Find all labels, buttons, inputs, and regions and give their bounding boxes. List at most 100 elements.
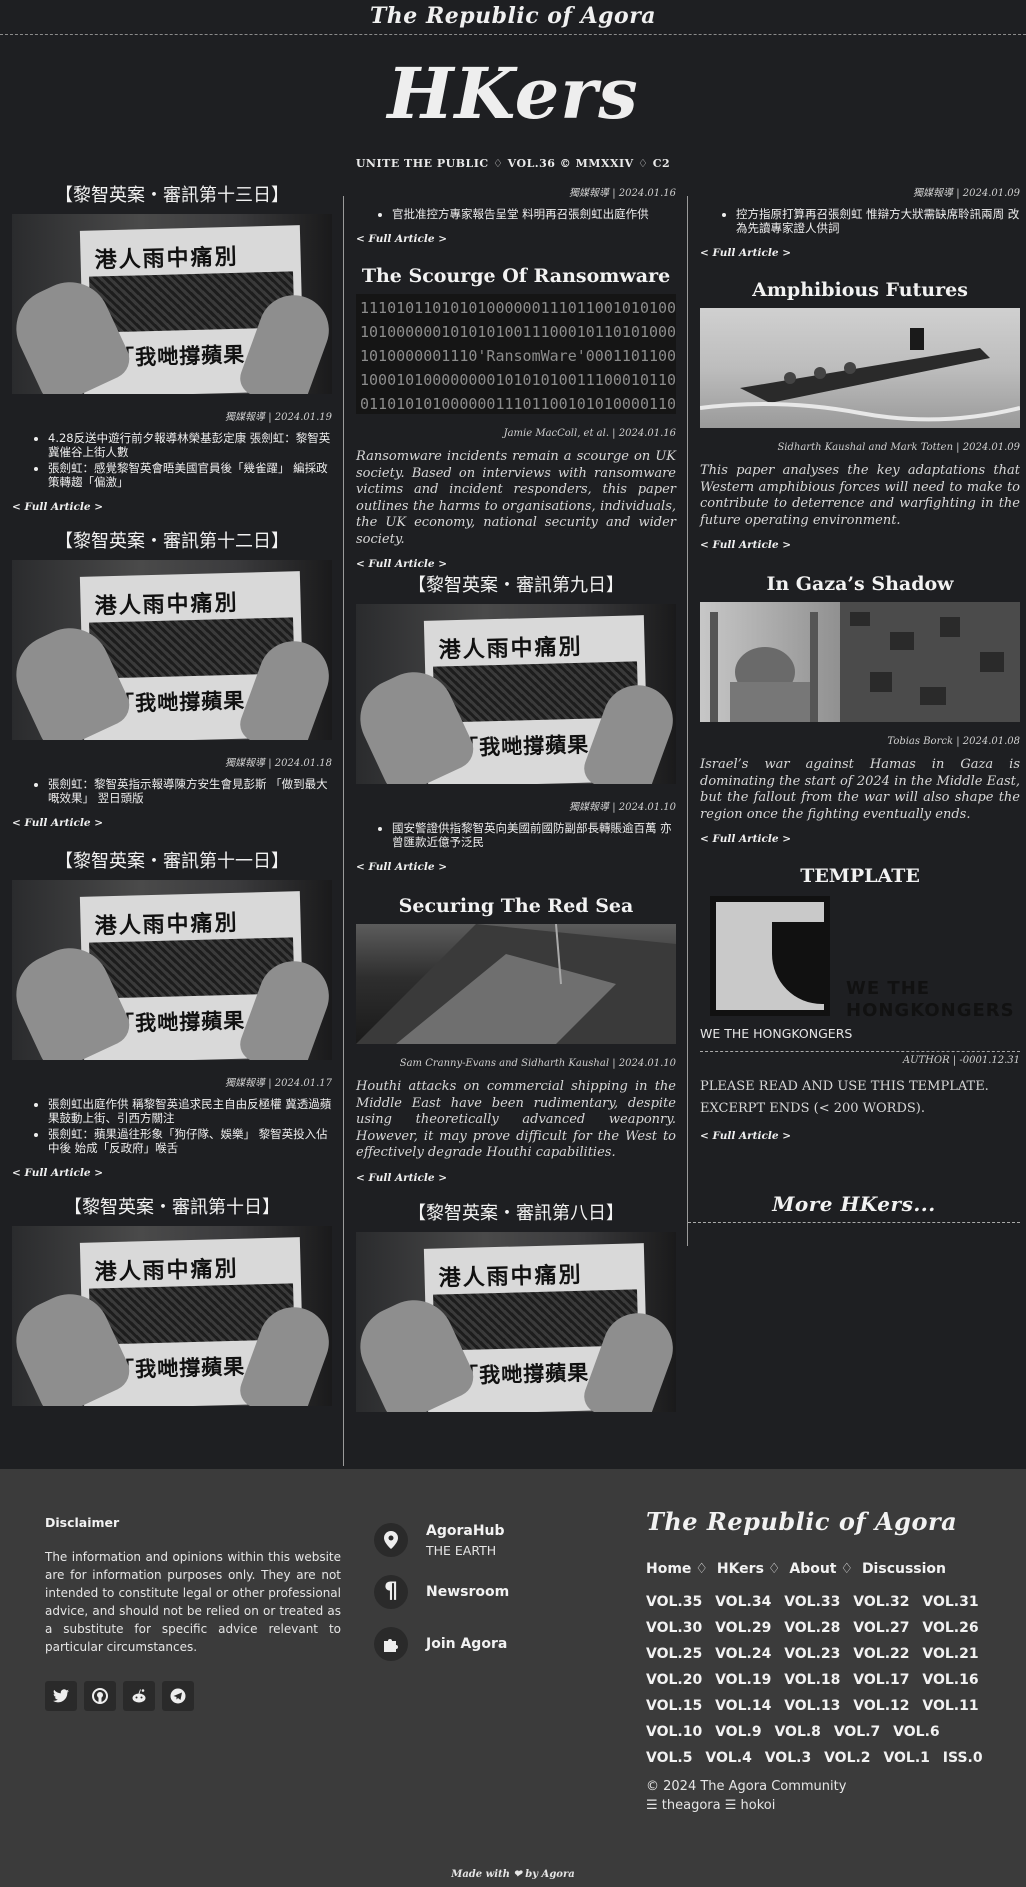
hub-title[interactable]: Join Agora (426, 1636, 507, 1652)
volume-link[interactable]: VOL.35 (646, 1594, 702, 1610)
volume-link[interactable]: VOL.13 (784, 1698, 840, 1714)
reddit-icon[interactable] (123, 1681, 155, 1711)
volume-link[interactable]: VOL.26 (922, 1620, 978, 1636)
article-thumbnail[interactable]: 港人雨中痛別 「我哋撐蘋果」 (356, 1232, 676, 1412)
full-article-link[interactable]: < Full Article > (356, 861, 447, 873)
volume-link[interactable]: VOL.32 (853, 1594, 909, 1610)
article-title[interactable]: 【黎智英案・審訊第十二日】 (12, 530, 332, 554)
nav-hkers[interactable]: HKers (717, 1561, 764, 1577)
bullet-item[interactable]: 張劍虹出庭作供 稱黎智英追求民主自由反極權 冀透過蘋果鼓動上街、引西方關注 (48, 1097, 332, 1125)
bullet-item[interactable]: 控方指原打算再召張劍虹 惟辯方大狀需缺席聆訊兩周 改為先讀專家證人供詞 (736, 207, 1020, 235)
github-icon[interactable] (84, 1681, 116, 1711)
hub-item-newsroom[interactable]: ¶ Newsroom (374, 1575, 509, 1609)
volume-link[interactable]: VOL.14 (715, 1698, 771, 1714)
volume-link[interactable]: VOL.31 (922, 1594, 978, 1610)
volume-link[interactable]: VOL.6 (893, 1724, 939, 1740)
article-title[interactable]: 【黎智英案・審訊第九日】 (356, 574, 676, 598)
article-thumbnail[interactable]: 港人雨中痛別 「我哋撐蘋果」 (12, 880, 332, 1060)
volume-link[interactable]: VOL.28 (784, 1620, 840, 1636)
volume-link[interactable]: VOL.21 (922, 1646, 978, 1662)
article-thumbnail[interactable] (700, 602, 1020, 722)
article-thumbnail[interactable]: 111010110101010000001110110010101000011 … (356, 294, 676, 414)
volume-link[interactable]: VOL.2 (824, 1750, 870, 1766)
footer-logo[interactable]: The Republic of Agora (646, 1507, 957, 1536)
full-article-link[interactable]: < Full Article > (700, 247, 791, 259)
volume-link[interactable]: VOL.8 (774, 1724, 820, 1740)
article-thumbnail[interactable] (356, 924, 676, 1044)
article-excerpt: PLEASE READ AND USE THIS TEMPLATE. EXCER… (700, 1079, 989, 1116)
volume-link[interactable]: VOL.20 (646, 1672, 702, 1688)
volume-link[interactable]: VOL.4 (705, 1750, 751, 1766)
volume-link[interactable]: VOL.29 (715, 1620, 771, 1636)
volume-link[interactable]: VOL.5 (646, 1750, 692, 1766)
article-title[interactable]: 【黎智英案・審訊第十一日】 (12, 850, 332, 874)
bullet-item[interactable]: 張劍虹：感覺黎智英會晤美國官員後「幾雀躍」 編採政策轉趨「偏激」 (48, 461, 332, 489)
volume-link[interactable]: VOL.10 (646, 1724, 702, 1740)
masthead-title[interactable]: HKers (0, 49, 1026, 139)
bullet-item[interactable]: 張劍虹：蘋果過往形象「狗仔隊、娛樂」 黎智英投入佔中後 始成「反政府」喉舌 (48, 1127, 332, 1155)
full-article-link[interactable]: < Full Article > (700, 833, 791, 845)
volume-link[interactable]: VOL.27 (853, 1620, 909, 1636)
full-article-link[interactable]: < Full Article > (356, 558, 447, 570)
bullet-item[interactable]: 官批准控方專家報告呈堂 料明再召張劍虹出庭作供 (392, 207, 676, 221)
volume-link[interactable]: VOL.15 (646, 1698, 702, 1714)
hub-item-join-agora[interactable]: Join Agora (374, 1627, 507, 1661)
article-thumbnail[interactable] (700, 308, 1020, 428)
hub-title[interactable]: Newsroom (426, 1584, 509, 1600)
volume-link[interactable]: VOL.25 (646, 1646, 702, 1662)
article-thumbnail[interactable]: 港人雨中痛別 「我哋撐蘋果」 (12, 1226, 332, 1406)
volume-link[interactable]: VOL.3 (765, 1750, 811, 1766)
full-article-link[interactable]: < Full Article > (356, 1172, 447, 1184)
nav-discussion[interactable]: Discussion (862, 1561, 946, 1577)
article-title[interactable]: Amphibious Futures (700, 278, 1020, 302)
full-article-link[interactable]: < Full Article > (700, 1130, 791, 1142)
full-article-link[interactable]: < Full Article > (700, 539, 791, 551)
credits-text[interactable]: ☰ theagora ☰ hokoi (646, 1796, 846, 1815)
more-hkers-link[interactable]: More HKers... (688, 1192, 1020, 1223)
site-name[interactable]: The Republic of Agora (0, 0, 1026, 32)
volume-link[interactable]: VOL.18 (784, 1672, 840, 1688)
template-image[interactable]: WE THE HONGKONGERS (700, 896, 1020, 1021)
volume-link[interactable]: VOL.19 (715, 1672, 771, 1688)
full-article-link[interactable]: < Full Article > (12, 817, 103, 829)
article-title[interactable]: The Scourge Of Ransomware (356, 264, 676, 288)
volume-link[interactable]: VOL.16 (922, 1672, 978, 1688)
bullet-item[interactable]: 國安警證供指黎智英向美國前國防副部長轉賬逾百萬 亦曾匯款近億予泛民 (392, 821, 676, 849)
volume-link[interactable]: VOL.17 (853, 1672, 909, 1688)
article-thumbnail[interactable]: 港人雨中痛別 「我哋撐蘋果」 (356, 604, 676, 784)
volume-link[interactable]: VOL.22 (853, 1646, 909, 1662)
volume-link[interactable]: VOL.23 (784, 1646, 840, 1662)
article-title[interactable]: In Gaza’s Shadow (700, 572, 1020, 596)
article-card: 獨媒報導 | 2024.01.16 官批准控方專家報告呈堂 料明再召張劍虹出庭作… (356, 184, 676, 246)
volume-link[interactable]: VOL.11 (922, 1698, 978, 1714)
volume-link[interactable]: VOL.30 (646, 1620, 702, 1636)
article-thumbnail[interactable]: 港人雨中痛別 「我哋撐蘋果」 (12, 214, 332, 394)
volume-link[interactable]: VOL.9 (715, 1724, 761, 1740)
bullet-item[interactable]: 4.28反送中遊行前夕報導林榮基彭定康 張劍虹：黎智英冀催谷上街人數 (48, 431, 332, 459)
volume-link[interactable]: VOL.24 (715, 1646, 771, 1662)
article-title[interactable]: 【黎智英案・審訊第十日】 (12, 1196, 332, 1220)
volume-link[interactable]: ISS.0 (943, 1750, 983, 1766)
article-title[interactable]: 【黎智英案・審訊第十三日】 (12, 184, 332, 208)
volume-link[interactable]: VOL.34 (715, 1594, 771, 1610)
volume-link[interactable]: VOL.7 (834, 1724, 880, 1740)
bullet-item[interactable]: 張劍虹：黎智英指示報導陳方安生會見彭斯 「做到最大嘅效果」 翌日頭版 (48, 777, 332, 805)
full-article-link[interactable]: < Full Article > (12, 1167, 103, 1179)
article-title[interactable]: Securing The Red Sea (356, 894, 676, 918)
full-article-link[interactable]: < Full Article > (356, 233, 447, 245)
mosque-ruins-image (710, 602, 1020, 722)
article-title[interactable]: TEMPLATE (700, 864, 1020, 888)
volume-link[interactable]: VOL.12 (853, 1698, 909, 1714)
article-title[interactable]: 【黎智英案・審訊第八日】 (356, 1202, 676, 1226)
hub-title[interactable]: AgoraHub (426, 1523, 505, 1539)
nav-home[interactable]: Home (646, 1561, 691, 1577)
volume-link[interactable]: VOL.1 (883, 1750, 929, 1766)
article-thumbnail[interactable]: 港人雨中痛別 「我哋撐蘋果」 (12, 560, 332, 740)
newspaper-headline: 港人雨中痛別 (94, 1256, 239, 1286)
twitter-icon[interactable] (45, 1681, 77, 1711)
volume-link[interactable]: VOL.33 (784, 1594, 840, 1610)
telegram-icon[interactable] (162, 1681, 194, 1711)
hub-item-agorahub[interactable]: AgoraHub THE EARTH (374, 1523, 505, 1558)
nav-about[interactable]: About (789, 1561, 836, 1577)
full-article-link[interactable]: < Full Article > (12, 501, 103, 513)
